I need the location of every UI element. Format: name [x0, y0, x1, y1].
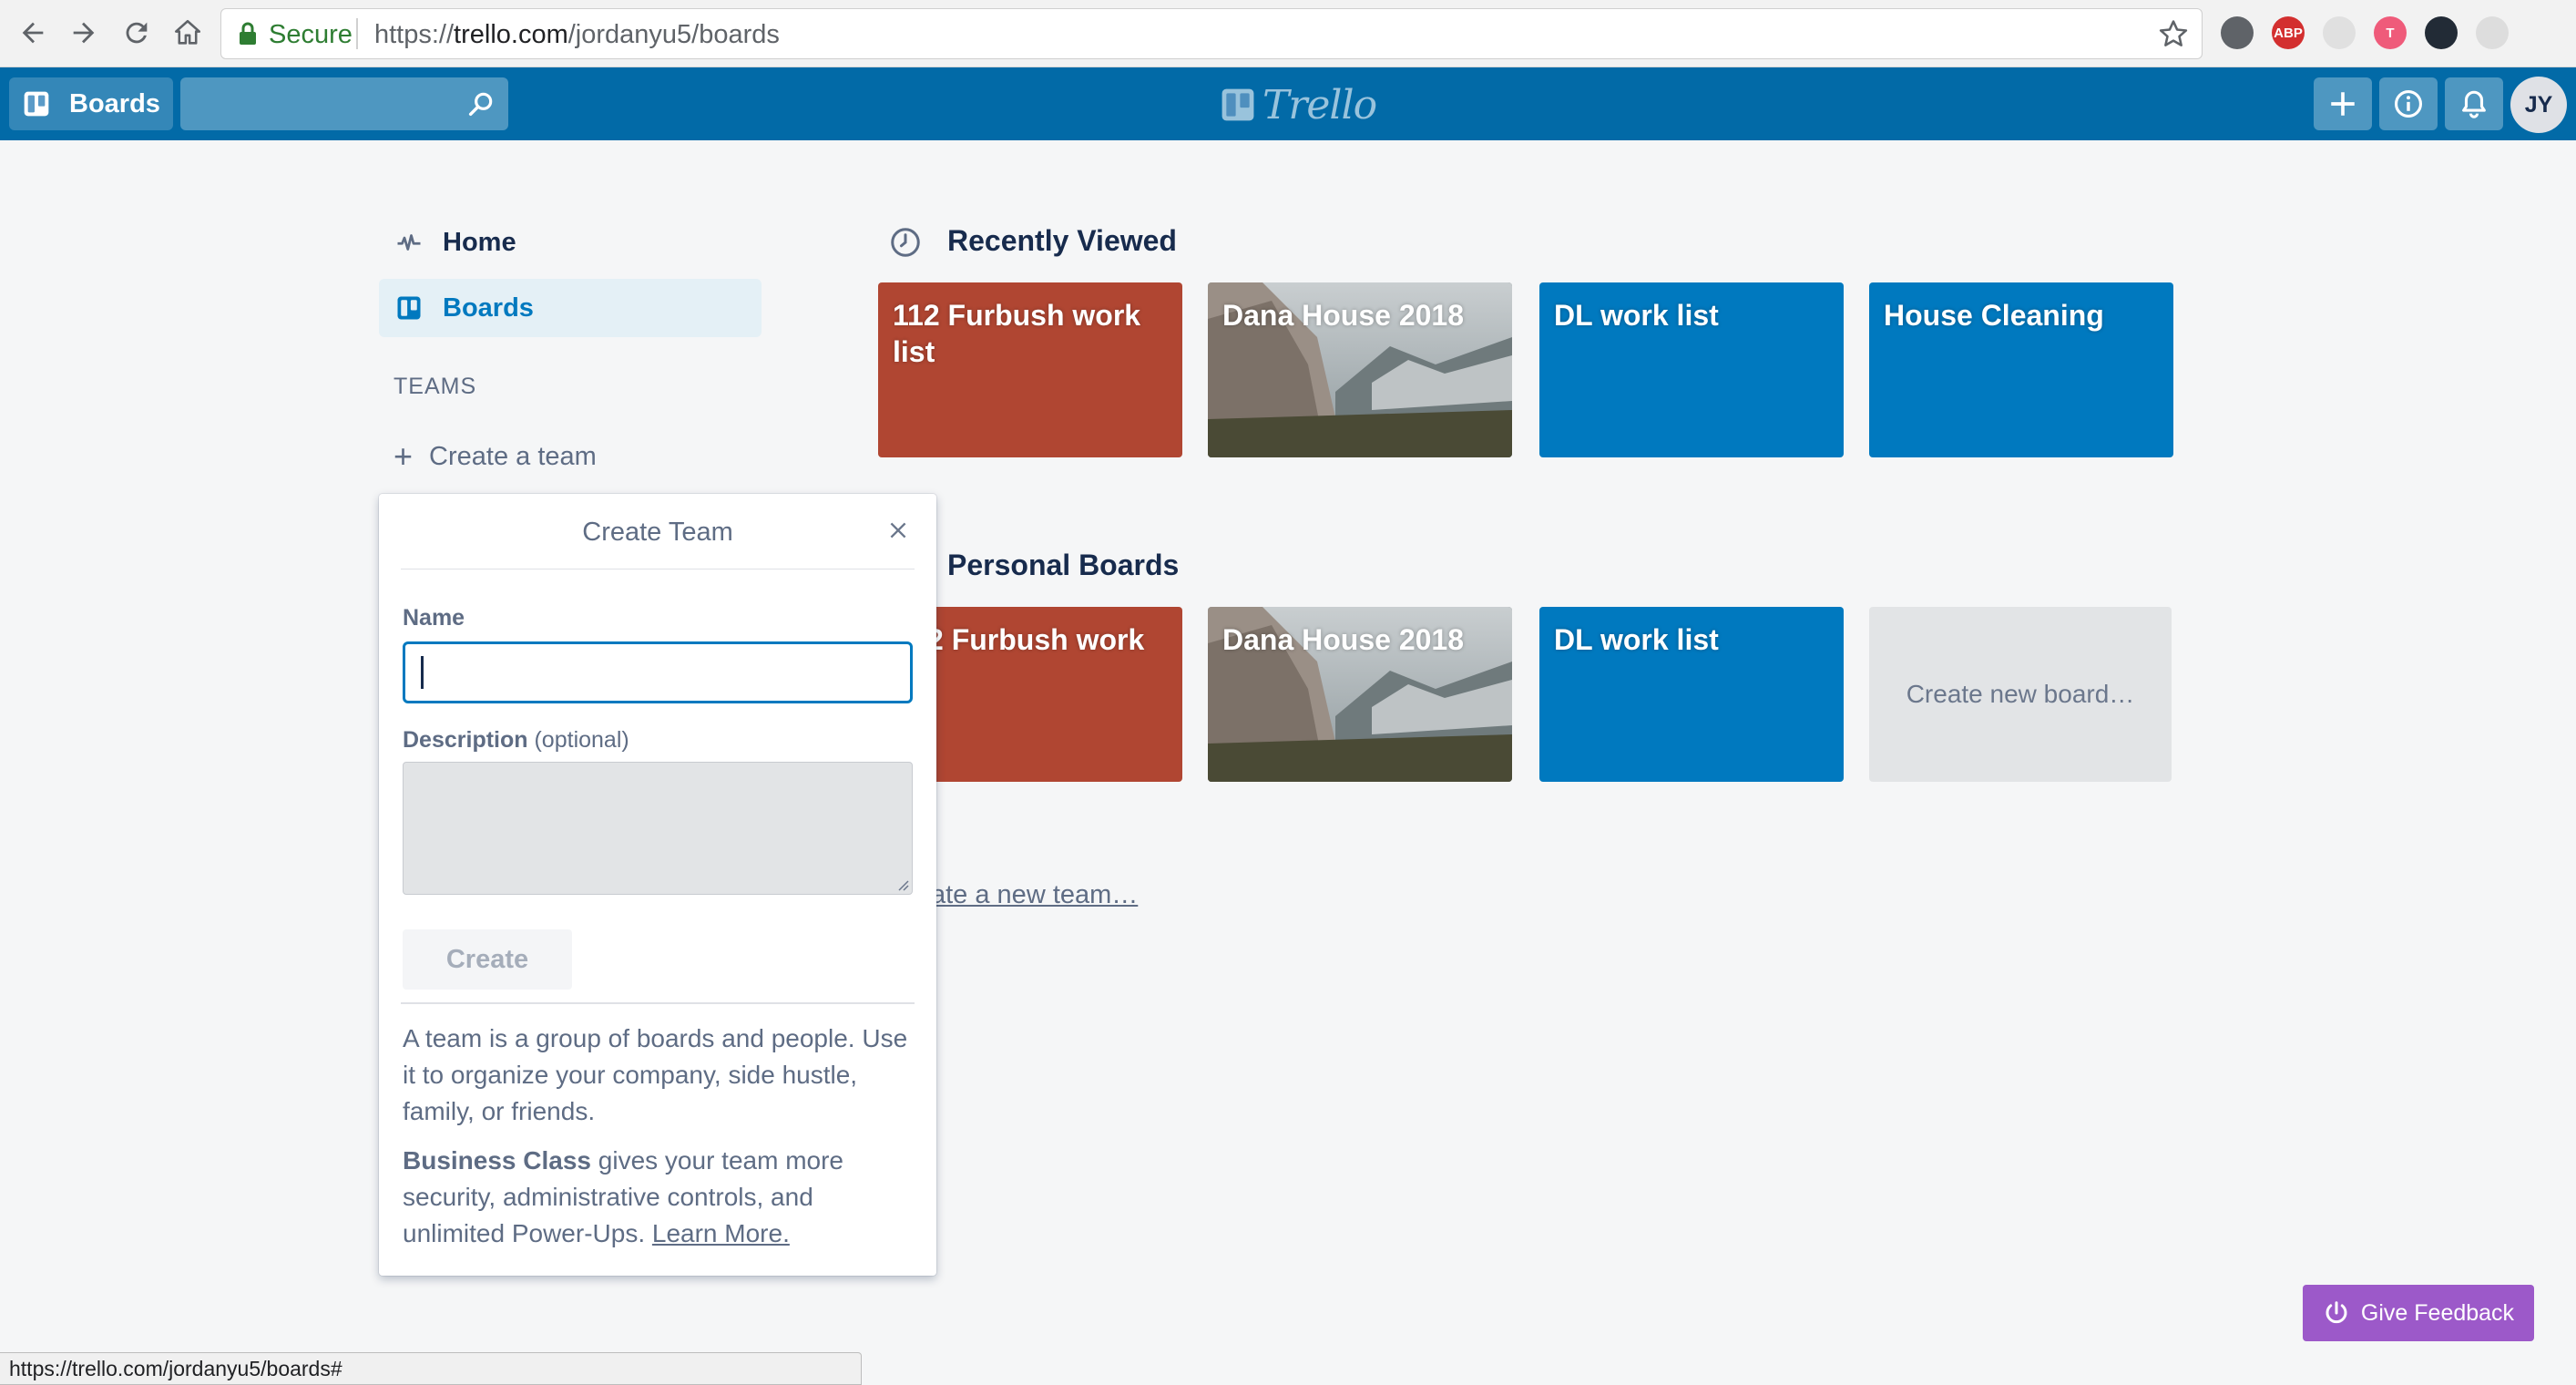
optional-label: (optional)	[534, 727, 629, 753]
recently-viewed-heading: Recently Viewed	[947, 224, 1177, 257]
sidebar-item-boards[interactable]: Boards	[379, 279, 762, 337]
board-tile[interactable]: Dana House 2018	[1208, 607, 1512, 782]
boards-menu-button[interactable]: Boards	[9, 77, 173, 130]
feedback-icon	[2326, 1301, 2347, 1324]
info-button[interactable]	[2379, 77, 2438, 130]
board-title: DL work list	[1554, 623, 1719, 656]
board-icon	[24, 91, 49, 117]
give-feedback-label: Give Feedback	[2360, 1299, 2515, 1326]
forward-button[interactable]	[64, 13, 104, 53]
popover-title: Create Team	[582, 518, 733, 547]
team-name-input[interactable]	[403, 641, 913, 703]
board-title: Dana House 2018	[1222, 299, 1465, 332]
team-info-text: A team is a group of boards and people. …	[403, 1024, 908, 1125]
create-team-popover: Create Team Name Description (optional) …	[379, 494, 936, 1276]
home-icon	[174, 19, 201, 45]
reload-icon	[126, 22, 148, 44]
trello-header: Boards Trello JY	[0, 67, 2576, 140]
team-description-input[interactable]	[403, 762, 913, 895]
arrow-left-icon	[22, 22, 44, 44]
board-title: 112 Furbush work list	[893, 299, 1141, 368]
create-team-link[interactable]: + Create a team	[394, 437, 597, 476]
url-host: trello.com	[454, 20, 568, 49]
search-icon	[468, 92, 493, 117]
board-title: 2 Furbush work	[927, 623, 1145, 656]
board-tile[interactable]: House Cleaning	[1869, 282, 2173, 457]
info-icon	[2394, 89, 2423, 118]
board-title: DL work list	[1554, 299, 1719, 332]
create-button[interactable]	[2314, 77, 2372, 130]
board-tile[interactable]: DL work list	[1539, 282, 1844, 457]
url-separator	[356, 18, 358, 49]
description-label-text: Description	[403, 727, 528, 753]
board-tile[interactable]: 112 Furbush work list	[878, 282, 1182, 457]
header-search-input[interactable]	[180, 77, 508, 130]
sidebar-item-label: Home	[443, 227, 516, 257]
give-feedback-button[interactable]: Give Feedback	[2303, 1285, 2534, 1341]
create-team-label: Create a team	[429, 441, 597, 471]
create-new-board-tile[interactable]: Create new board…	[1869, 607, 2172, 782]
address-bar[interactable]: Secure https://trello.com/jordanyu5/boar…	[220, 8, 2203, 59]
boards-menu-label: Boards	[69, 88, 160, 118]
adblock-plus-icon[interactable]: ABP	[2272, 16, 2305, 49]
business-class-label: Business Class	[403, 1146, 591, 1175]
back-button[interactable]	[13, 13, 53, 53]
secure-label: Secure	[269, 20, 353, 49]
lock-icon	[240, 22, 256, 45]
board-icon	[397, 296, 421, 320]
board-tile[interactable]: Dana House 2018	[1208, 282, 1512, 457]
extension-t-icon[interactable]: T	[2374, 16, 2407, 49]
url-path: /jordanyu5/boards	[567, 20, 780, 49]
popover-close-button[interactable]	[882, 514, 915, 547]
create-team-submit-button[interactable]: Create	[403, 929, 572, 990]
create-new-team-link[interactable]: ate a new team…	[931, 880, 1138, 910]
trello-logo-text: Trello	[1262, 81, 1377, 128]
browser-toolbar: Secure https://trello.com/jordanyu5/boar…	[0, 0, 2576, 67]
text-caret	[421, 656, 424, 689]
close-icon	[890, 522, 906, 539]
bell-icon	[2462, 90, 2486, 118]
extension-icon[interactable]	[2323, 16, 2356, 49]
sidebar-item-home[interactable]: Home	[379, 213, 762, 272]
plus-icon: +	[394, 437, 414, 475]
teams-heading: TEAMS	[394, 374, 477, 399]
clock-icon	[891, 228, 920, 257]
url-text[interactable]: https://trello.com/jordanyu5/boards	[374, 20, 780, 50]
resize-grip-icon[interactable]	[896, 878, 909, 891]
learn-more-link[interactable]: Learn More.	[652, 1219, 790, 1247]
reload-button[interactable]	[117, 13, 157, 53]
trello-logo-icon	[1222, 88, 1254, 121]
board-title: House Cleaning	[1884, 299, 2104, 332]
board-tile[interactable]: DL work list	[1539, 607, 1844, 782]
evernote-icon[interactable]	[2221, 16, 2254, 49]
status-bar-url: https://trello.com/jordanyu5/boards#	[0, 1352, 862, 1385]
trello-logo[interactable]: Trello	[1221, 81, 1377, 128]
notifications-button[interactable]	[2445, 77, 2503, 130]
extension-circle-icon[interactable]	[2476, 16, 2509, 49]
divider	[401, 1002, 915, 1004]
description-label: Description (optional)	[403, 727, 629, 754]
sidebar-item-label: Boards	[443, 292, 534, 323]
home-button[interactable]	[168, 13, 208, 53]
bookmark-star-icon[interactable]	[2158, 18, 2189, 49]
arrow-right-icon	[73, 22, 95, 44]
url-scheme: https://	[374, 20, 455, 49]
member-avatar[interactable]: JY	[2510, 77, 2567, 133]
plus-icon	[2331, 92, 2355, 116]
board-title: Dana House 2018	[1222, 623, 1465, 656]
activity-icon	[397, 234, 421, 251]
react-devtools-icon[interactable]	[2425, 16, 2458, 49]
name-label: Name	[403, 605, 465, 631]
business-class-info: Business Class gives your team more secu…	[403, 1143, 922, 1252]
personal-boards-heading: Personal Boards	[947, 549, 1180, 581]
